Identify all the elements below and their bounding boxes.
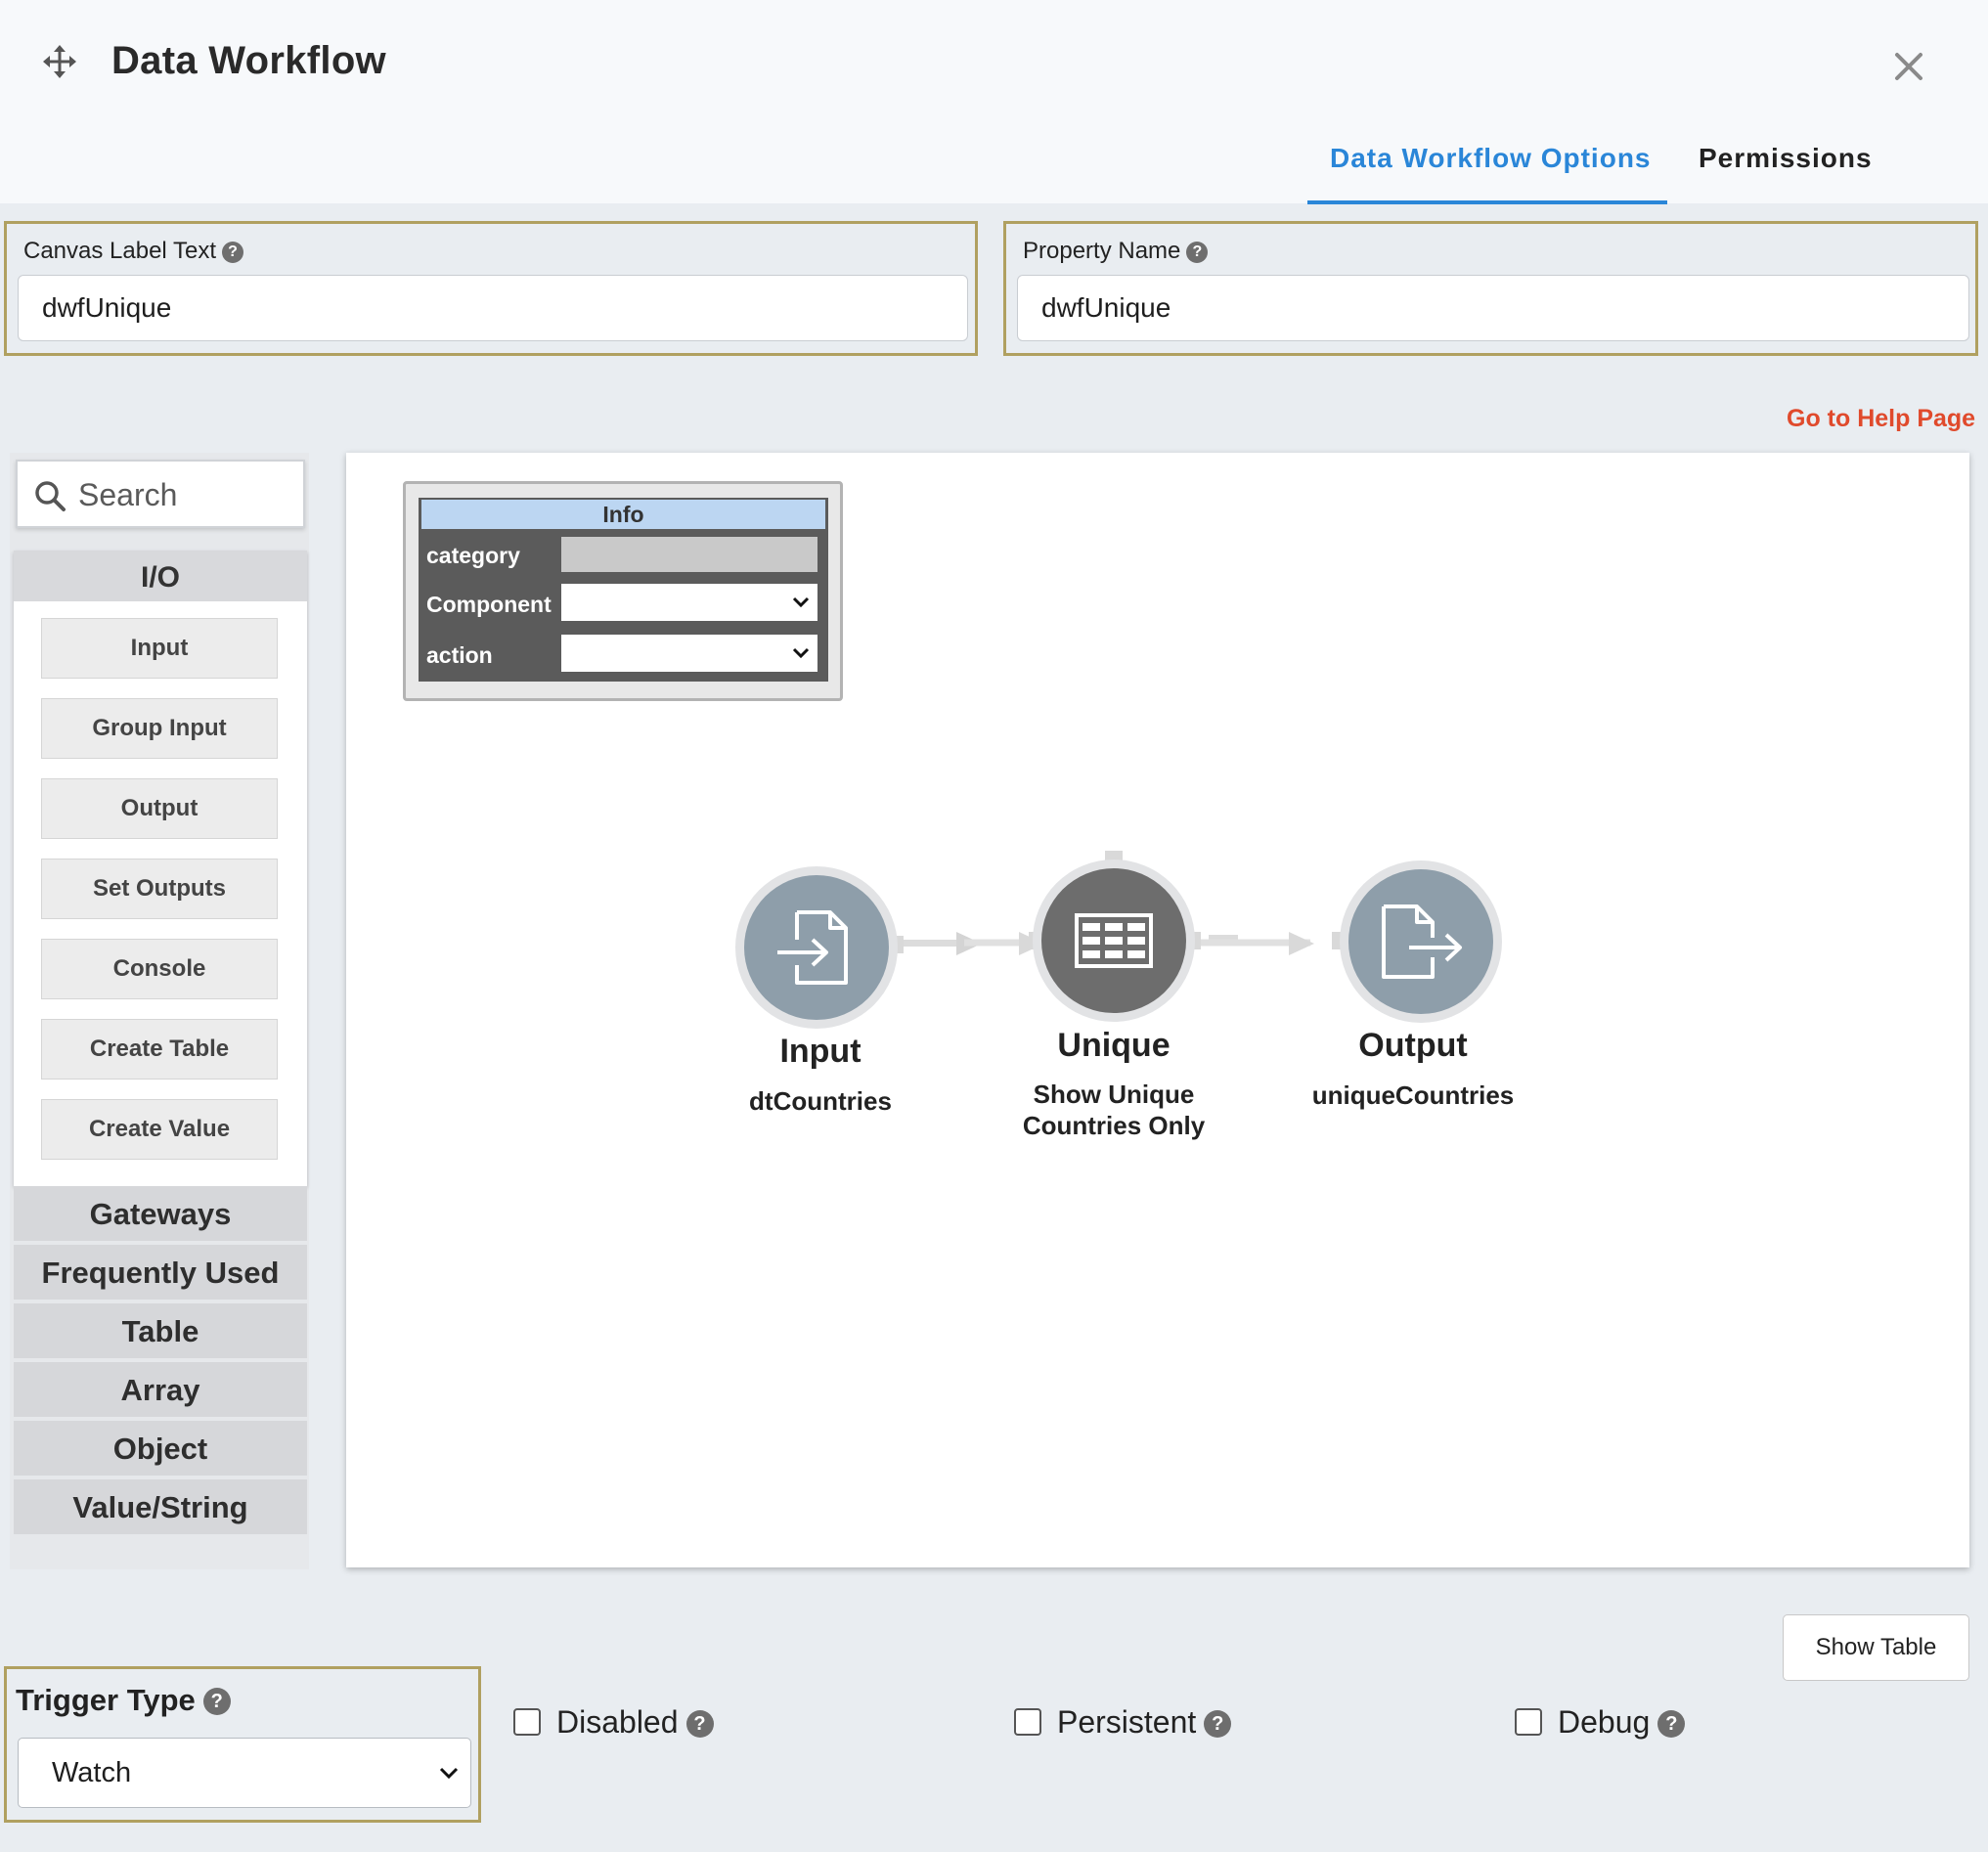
node-unique[interactable] — [1033, 860, 1195, 1022]
palette-item-input[interactable]: Input — [41, 618, 278, 679]
palette-item-set-outputs[interactable]: Set Outputs — [41, 859, 278, 919]
category-header-array[interactable]: Array — [14, 1362, 307, 1417]
palette-item-output[interactable]: Output — [41, 778, 278, 839]
info-title: Info — [421, 500, 825, 529]
category-header-gateways[interactable]: Gateways — [14, 1186, 307, 1241]
node-output-title: Output — [1358, 1027, 1468, 1064]
disabled-label: Disabled — [556, 1704, 679, 1740]
persistent-option: Persistent? — [1014, 1704, 1232, 1741]
canvas-label-input[interactable]: dwfUnique — [18, 275, 968, 341]
info-label-component: Component — [426, 592, 552, 617]
trigger-type-label: Trigger Type? — [16, 1683, 231, 1718]
canvas-label-field-group: Canvas Label Text? dwfUnique — [4, 221, 978, 356]
disabled-checkbox[interactable] — [513, 1708, 541, 1736]
help-page-link[interactable]: Go to Help Page — [1787, 405, 1975, 433]
help-icon[interactable]: ? — [222, 242, 244, 263]
node-input-core — [744, 875, 889, 1020]
node-unique-title: Unique — [1057, 1027, 1171, 1064]
active-tab-indicator — [1307, 200, 1667, 204]
chevron-down-icon — [792, 596, 810, 608]
move-icon[interactable] — [43, 45, 76, 78]
property-name-field-group: Property Name? dwfUnique — [1003, 221, 1978, 356]
node-output-core — [1348, 869, 1493, 1014]
persistent-label: Persistent — [1057, 1704, 1197, 1740]
show-table-button[interactable]: Show Table — [1783, 1614, 1969, 1681]
node-input-subtitle: dtCountries — [749, 1086, 892, 1116]
file-export-icon — [1382, 904, 1462, 979]
palette-search[interactable]: Search — [16, 460, 305, 528]
category-header-frequently-used[interactable]: Frequently Used — [14, 1245, 307, 1300]
help-icon[interactable]: ? — [202, 1688, 231, 1715]
palette-item-create-value[interactable]: Create Value — [41, 1099, 278, 1160]
help-icon[interactable]: ? — [1204, 1710, 1232, 1738]
info-label-action: action — [426, 642, 493, 668]
trigger-type-select[interactable]: Watch — [18, 1738, 471, 1808]
help-icon[interactable]: ? — [1657, 1710, 1686, 1738]
trigger-type-field-group: Trigger Type? Watch — [4, 1666, 481, 1823]
info-category-field — [561, 537, 817, 572]
help-icon[interactable]: ? — [685, 1710, 714, 1738]
debug-checkbox[interactable] — [1515, 1708, 1542, 1736]
palette-item-create-table[interactable]: Create Table — [41, 1019, 278, 1080]
io-category-panel: I/O Input Group Input Output Set Outputs… — [14, 551, 307, 1186]
chevron-down-icon — [439, 1767, 459, 1780]
category-header-table[interactable]: Table — [14, 1303, 307, 1358]
debug-label: Debug — [1558, 1704, 1651, 1740]
search-input[interactable]: Search — [78, 477, 177, 513]
node-unique-subtitle-line2: Countries Only — [1022, 1111, 1206, 1140]
category-header-io[interactable]: I/O — [14, 551, 307, 601]
info-box: Info category Component action — [403, 481, 843, 701]
palette-item-group-input[interactable]: Group Input — [41, 698, 278, 759]
node-output-subtitle: uniqueCountries — [1311, 1080, 1515, 1110]
dialog-title: Data Workflow — [111, 39, 386, 82]
node-unique-core — [1041, 868, 1186, 1013]
tab-permissions[interactable]: Permissions — [1699, 143, 1873, 174]
palette-item-console[interactable]: Console — [41, 939, 278, 999]
help-icon[interactable]: ? — [1186, 242, 1209, 263]
tab-data-workflow-options[interactable]: Data Workflow Options — [1330, 143, 1652, 174]
property-name-label: Property Name? — [1023, 238, 1209, 265]
info-table: Info category Component action — [419, 498, 828, 682]
node-input-title: Input — [779, 1033, 861, 1070]
property-name-input[interactable]: dwfUnique — [1017, 275, 1969, 341]
trigger-type-value: Watch — [52, 1757, 132, 1788]
node-output[interactable] — [1340, 860, 1502, 1023]
info-component-select[interactable] — [561, 584, 817, 621]
debug-option: Debug? — [1515, 1704, 1686, 1741]
category-header-value-string[interactable]: Value/String — [14, 1479, 307, 1534]
table-grid-icon — [1075, 913, 1153, 968]
canvas-label-label: Canvas Label Text? — [23, 238, 244, 265]
node-unique-subtitle-line1: Show Unique — [1033, 1080, 1195, 1109]
persistent-checkbox[interactable] — [1014, 1708, 1041, 1736]
file-import-icon — [777, 910, 848, 985]
node-input[interactable] — [735, 866, 898, 1029]
info-label-category: category — [426, 543, 520, 568]
dialog-header: Data Workflow Data Workflow Options Perm… — [0, 0, 1988, 204]
close-icon[interactable] — [1891, 49, 1926, 84]
info-action-select[interactable] — [561, 635, 817, 672]
chevron-down-icon — [792, 647, 810, 659]
search-icon — [35, 481, 66, 511]
category-header-object[interactable]: Object — [14, 1421, 307, 1476]
disabled-option: Disabled? — [513, 1704, 714, 1741]
